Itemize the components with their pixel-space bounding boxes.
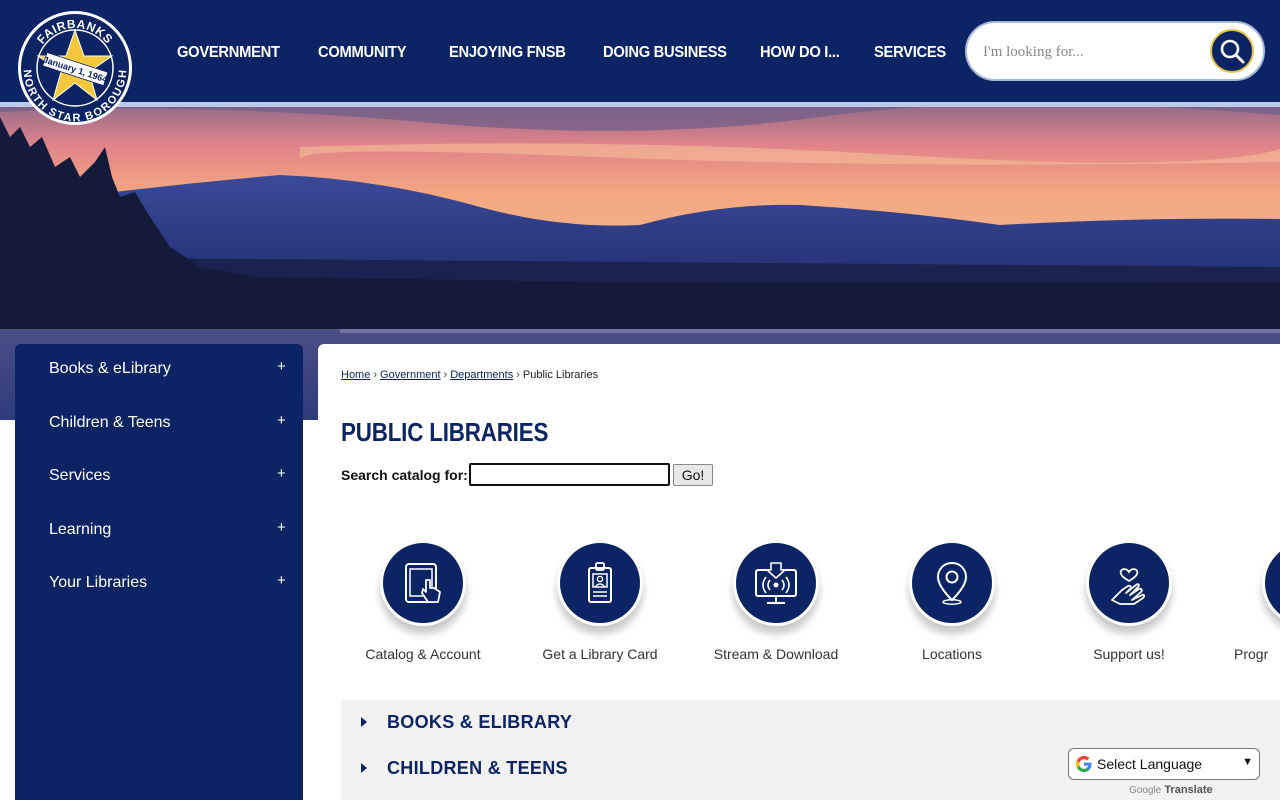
breadcrumb-separator: › [373,369,378,381]
tile-icon-circle [557,540,643,626]
tile-label: Catalog & Account [365,646,481,662]
tile-icon-circle [380,540,466,626]
tile-label: Stream & Download [713,646,839,662]
catalog-go-button[interactable]: Go! [673,464,713,486]
nav-doing-business[interactable]: DOING BUSINESS [603,44,727,62]
fnsb-logo[interactable]: FAIRBANKS NORTH STAR BOROUGH January 1, … [17,10,133,126]
stream-monitor-icon [755,562,797,604]
sidebar-item-label: Children & Teens [49,414,171,431]
tile-programs-partial[interactable]: Progr [1228,540,1280,670]
tile-label: Support us! [1093,646,1165,662]
expand-plus-icon[interactable]: + [277,465,286,482]
sidebar-item-label: Your Libraries [49,574,148,591]
breadcrumb-separator: › [443,369,448,381]
breadcrumb-home[interactable]: Home [341,369,370,381]
sidebar-item-children-teens[interactable]: Children & Teens + [15,398,303,452]
tile-icon-circle [733,540,819,626]
tile-get-library-card[interactable]: Get a Library Card [523,540,673,670]
breadcrumb: Home › Government › Departments › Public Libra… [341,369,598,381]
search-icon [1220,39,1245,64]
site-search [965,21,1265,81]
language-select[interactable]: Select Language ▼ [1068,748,1260,780]
sidebar-item-your-libraries[interactable]: Your Libraries + [15,558,303,612]
tile-icon-circle [1086,540,1172,626]
language-select-label: Select Language [1097,756,1203,772]
breadcrumb-government[interactable]: Government [380,369,441,381]
expand-plus-icon[interactable]: + [277,519,286,536]
accordion-label: BOOKS & ELIBRARY [387,712,573,732]
catalog-search-label: Search catalog for: [341,467,468,483]
expand-plus-icon[interactable]: + [277,358,286,375]
id-badge-icon [588,562,612,603]
sidebar-item-services[interactable]: Services + [15,451,303,505]
heart-hand-icon [1111,568,1145,605]
tile-locations[interactable]: Locations [875,540,1025,670]
search-input[interactable] [983,40,1203,64]
sidebar-item-learning[interactable]: Learning + [15,505,303,559]
nav-government[interactable]: GOVERNMENT [177,44,280,62]
sidebar-item-books-elibrary[interactable]: Books & eLibrary + [15,344,303,398]
tile-icon-circle [1262,540,1280,626]
translate-wordmark: Translate [1164,784,1213,796]
breadcrumb-current: Public Libraries [522,369,599,381]
main-content: Home › Government › Departments › Public Libra… [318,344,1280,800]
caret-right-icon [361,763,367,773]
tile-label: Locations [922,646,982,662]
nav-enjoying-fnsb[interactable]: ENJOYING FNSB [449,44,566,62]
breadcrumb-separator: › [516,369,520,381]
tile-catalog-account[interactable]: Catalog & Account [346,540,496,670]
accordion-label: CHILDREN & TEENS [387,758,568,778]
nav-how-do-i[interactable]: HOW DO I... [760,44,840,62]
sidebar-item-label: Books & eLibrary [49,360,171,377]
caret-right-icon [361,717,367,727]
search-button[interactable] [1210,29,1254,73]
tile-stream-download[interactable]: Stream & Download [699,540,849,670]
google-wordmark: Google [1129,785,1162,796]
google-g-icon [1076,756,1092,772]
nav-services[interactable]: SERVICES [874,44,946,62]
sidebar-item-label: Services [49,467,111,484]
tile-icon-circle [909,540,995,626]
page-title: PUBLIC LIBRARIES [341,417,549,447]
nav-community[interactable]: COMMUNITY [318,44,407,62]
map-pin-icon [936,561,968,605]
chevron-down-icon: ▼ [1242,756,1253,768]
sidebar-menu: Books & eLibrary + Children & Teens + Se… [15,344,303,800]
powered-by-google-translate[interactable]: Google Translate [1129,784,1213,796]
breadcrumb-departments[interactable]: Departments [450,369,513,381]
tile-label: Progr [1234,646,1269,662]
sidebar-item-label: Learning [49,521,112,538]
expand-plus-icon[interactable]: + [277,412,286,429]
expand-plus-icon[interactable]: + [277,572,286,589]
tile-label: Get a Library Card [542,646,658,662]
accordion-books-elibrary[interactable]: BOOKS & ELIBRARY [341,700,1280,746]
catalog-search-input[interactable] [469,463,670,486]
tile-support-us[interactable]: Support us! [1052,540,1202,670]
tablet-touch-icon [405,563,441,603]
